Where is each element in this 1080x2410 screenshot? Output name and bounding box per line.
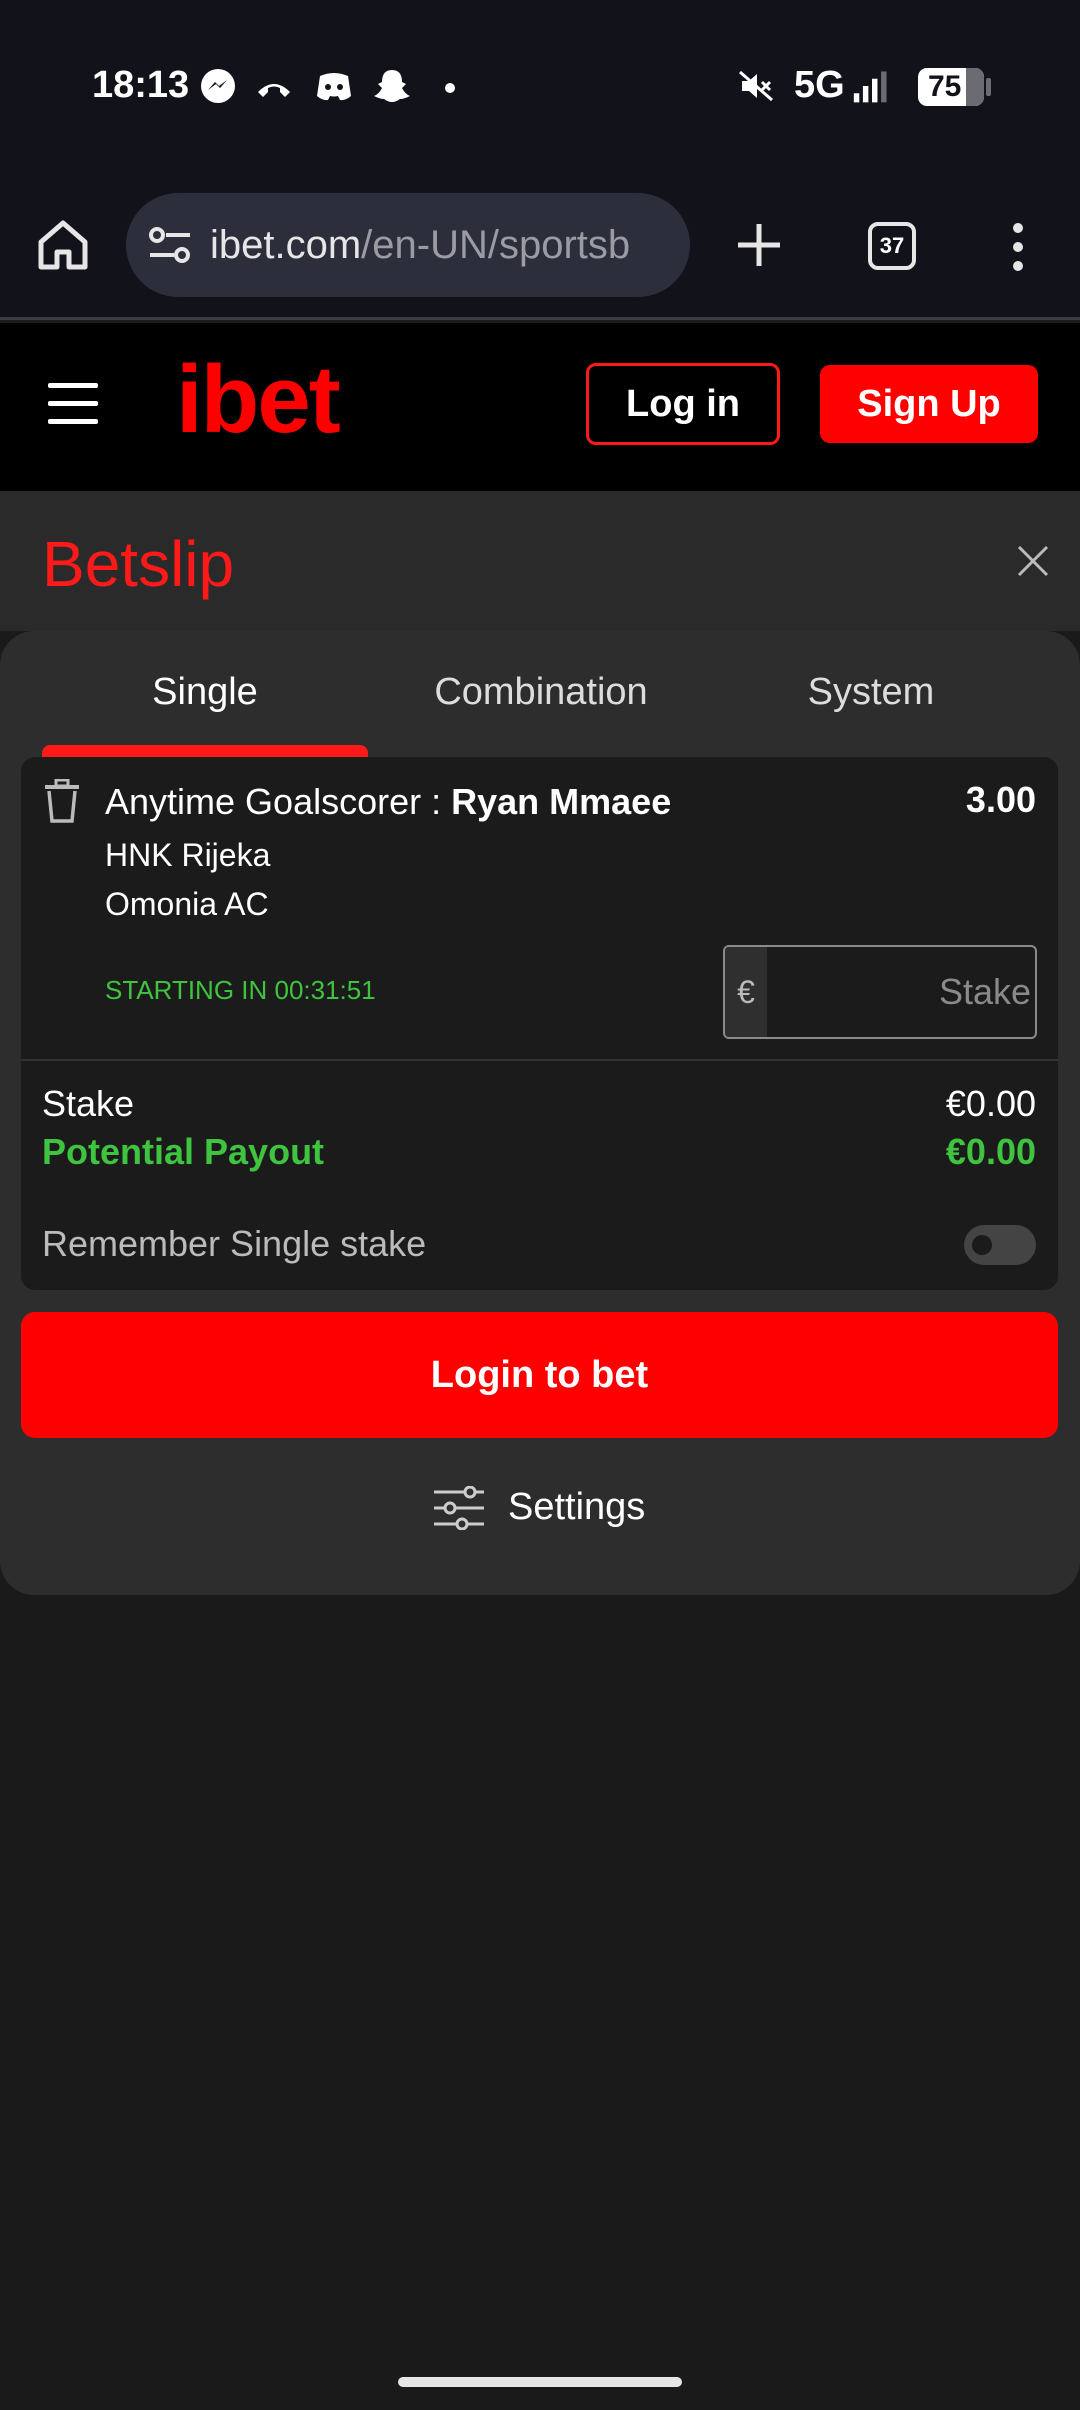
battery-level: 75 (928, 70, 962, 103)
address-bar[interactable]: ibet.com/en-UN/sportsb (126, 193, 690, 297)
starting-countdown: STARTING IN 00:31:51 (105, 975, 376, 1005)
home-gesture-handle[interactable] (398, 2377, 682, 2387)
url-text: ibet.com/en-UN/sportsb (210, 223, 676, 268)
currency-symbol: € (725, 947, 767, 1037)
mute-icon (739, 70, 773, 102)
tab-combination[interactable]: Combination (378, 671, 704, 714)
away-team: Omonia AC (105, 886, 269, 922)
betslip-header: Betslip (0, 491, 1080, 631)
ibet-logo[interactable]: ibet (176, 345, 341, 455)
more-options-icon[interactable] (1006, 222, 1030, 272)
home-icon[interactable] (36, 218, 90, 272)
browser-toolbar: ibet.com/en-UN/sportsb 37 (0, 180, 1080, 320)
network-type: 5G (794, 64, 845, 106)
potential-payout-value: €0.00 (945, 1131, 1036, 1172)
status-bar: 18:13 5G 75 (0, 0, 1080, 180)
tab-single[interactable]: Single (42, 671, 368, 714)
url-host: ibet.com (210, 223, 362, 267)
remember-stake-label: Remember Single stake (42, 1223, 427, 1264)
remember-stake-toggle[interactable] (964, 1225, 1036, 1265)
potential-payout-label: Potential Payout (42, 1131, 325, 1172)
missed-call-icon (258, 84, 290, 97)
url-path: /en-UN/sportsb (361, 223, 631, 267)
tab-system[interactable]: System (706, 671, 1036, 714)
stake-field[interactable]: € (723, 945, 1037, 1039)
signup-button[interactable]: Sign Up (820, 365, 1038, 443)
notification-dot-icon (445, 83, 455, 93)
settings-label: Settings (508, 1486, 646, 1528)
market-name: Anytime Goalscorer : Ryan Mmaee (105, 781, 671, 823)
login-to-bet-button[interactable]: Login to bet (21, 1312, 1058, 1438)
bet-selection-card: Anytime Goalscorer : Ryan Mmaee 3.00 HNK… (21, 757, 1058, 1290)
signal-icon (853, 71, 887, 103)
snapchat-icon (374, 70, 410, 102)
home-team: HNK Rijeka (105, 837, 271, 873)
battery-tip (986, 78, 991, 96)
site-header: ibet Log in Sign Up (0, 323, 1080, 491)
hamburger-menu-icon[interactable] (48, 383, 98, 424)
betslip-title: Betslip (42, 528, 235, 600)
site-settings-icon[interactable] (148, 225, 192, 265)
market-type: Anytime Goalscorer : (105, 781, 452, 822)
status-time: 18:13 (92, 64, 190, 106)
new-tab-icon[interactable] (736, 222, 782, 268)
card-divider (21, 1059, 1058, 1061)
messenger-icon (201, 69, 235, 103)
trash-icon[interactable] (43, 779, 81, 823)
stake-total: €0.00 (945, 1083, 1036, 1124)
battery-icon: 75 (918, 68, 984, 106)
discord-icon (317, 73, 351, 101)
selection-odds: 3.00 (965, 779, 1036, 820)
toggle-knob (972, 1235, 992, 1255)
login-button[interactable]: Log in (586, 363, 780, 445)
tab-switcher-button[interactable]: 37 (868, 222, 916, 270)
stake-label: Stake (42, 1083, 135, 1124)
system-nav-bar (0, 2340, 1080, 2410)
sliders-icon (434, 1486, 484, 1530)
close-icon[interactable] (1016, 544, 1050, 578)
selection-player: Ryan Mmaee (451, 781, 672, 822)
stake-input[interactable] (771, 947, 1031, 1037)
